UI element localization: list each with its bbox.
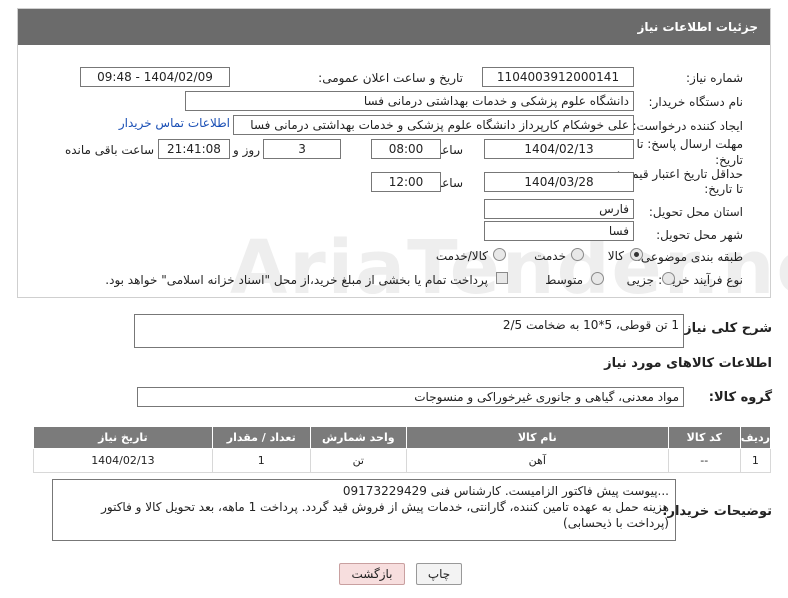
col-code: کد کالا <box>667 426 741 449</box>
category-option-both: کالا/خدمت <box>435 249 488 263</box>
process-radio-medium[interactable] <box>591 272 604 285</box>
city-label: شهر محل تحویل: <box>656 228 743 242</box>
col-unit: واحد شمارش <box>309 426 407 449</box>
creator-label: ایجاد کننده درخواست: <box>632 119 743 133</box>
price-validity-label-2: تا تاریخ: <box>704 182 743 196</box>
process-option-minor: جزیی <box>626 273 654 287</box>
panel-header: جزئیات اطلاعات نیاز <box>18 9 770 45</box>
print-button[interactable]: چاپ <box>416 563 462 585</box>
treasury-payment-checkbox[interactable] <box>496 272 508 284</box>
cell-qty: 1 <box>211 448 311 473</box>
announce-label: تاریخ و ساعت اعلان عمومی: <box>318 71 463 85</box>
days-label: روز و <box>233 143 260 157</box>
need-number-label: شماره نیاز: <box>686 71 743 85</box>
contact-buyer-link[interactable]: اطلاعات تماس خریدار <box>119 116 230 130</box>
province-label: استان محل تحویل: <box>648 205 743 219</box>
remaining-time-field: 21:41:08 <box>158 139 230 159</box>
goods-group-field: مواد معدنی، گیاهی و جانوری غیرخوراکی و م… <box>137 387 684 407</box>
need-number-field: 1104003912000141 <box>482 67 634 87</box>
city-field: فسا <box>484 221 634 241</box>
process-radio-minor[interactable] <box>662 272 675 285</box>
price-date-field: 1404/03/28 <box>484 172 634 192</box>
category-radio-goods[interactable] <box>630 248 643 261</box>
remaining-label: ساعت باقی مانده <box>64 143 154 157</box>
category-option-goods: کالا <box>607 249 624 263</box>
category-label: طبقه بندی موضوعی: <box>636 250 743 264</box>
process-option-medium: متوسط <box>545 273 583 287</box>
col-qty: تعداد / مقدار <box>211 426 311 449</box>
deadline-label-1: مهلت ارسال پاسخ: تا <box>636 137 743 151</box>
buyer-notes-field: ...پیوست پیش فاکتور الزامیست. کارشناس فن… <box>52 479 676 541</box>
creator-field: علی خوشکام کارپرداز دانشگاه علوم پزشکی و… <box>233 115 634 135</box>
summary-field: 1 تن قوطی، 5*10 به ضخامت 2/5 <box>134 314 684 348</box>
announce-field: 1404/02/09 - 09:48 <box>80 67 230 87</box>
goods-group-label: گروه کالا: <box>708 390 772 405</box>
price-time-field: 12:00 <box>371 172 441 192</box>
category-option-service: خدمت <box>534 249 566 263</box>
goods-table: ردیف کد کالا نام کالا واحد شمارش تعداد /… <box>33 426 772 473</box>
back-button[interactable]: بازگشت <box>339 563 405 585</box>
cell-date: 1404/02/13 <box>33 448 213 473</box>
buyer-notes-label: توضیحات خریدار: <box>662 504 772 519</box>
days-field: 3 <box>263 139 341 159</box>
col-date: تاریخ نیاز <box>33 426 213 449</box>
price-validity-label-1: حداقل تاریخ اعتبار قیمت: <box>616 167 743 181</box>
goods-section-title: اطلاعات کالاهای مورد نیاز <box>604 356 772 371</box>
buyer-notes-line-1: ...پیوست پیش فاکتور الزامیست. کارشناس فن… <box>342 484 669 498</box>
col-row: ردیف <box>739 426 772 449</box>
cell-name: آهن <box>405 448 669 473</box>
deadline-label-2: تاریخ: <box>715 153 743 167</box>
buyer-org-field: دانشگاه علوم پزشکی و خدمات بهداشتی درمان… <box>185 91 634 111</box>
buyer-notes-line-2: هزینه حمل به عهده تامین کننده، گارانتی، … <box>101 500 669 530</box>
deadline-time-field: 08:00 <box>371 139 441 159</box>
cell-unit: تن <box>309 448 407 473</box>
table-row: 1 -- آهن تن 1 1404/02/13 <box>33 448 772 473</box>
province-field: فارس <box>484 199 634 219</box>
category-radio-both[interactable] <box>493 248 506 261</box>
payment-note: پرداخت تمام یا بخشی از مبلغ خرید،از محل … <box>105 273 488 287</box>
cell-code: -- <box>667 448 741 473</box>
deadline-date-field: 1404/02/13 <box>484 139 634 159</box>
summary-label: شرح کلی نیاز: <box>678 321 772 336</box>
panel-title: جزئیات اطلاعات نیاز <box>637 20 758 34</box>
cell-row: 1 <box>739 448 772 473</box>
col-name: نام کالا <box>405 426 669 449</box>
buyer-org-label: نام دستگاه خریدار: <box>648 95 744 109</box>
goods-table-header: ردیف کد کالا نام کالا واحد شمارش تعداد /… <box>33 426 772 449</box>
category-radio-service[interactable] <box>571 248 584 261</box>
